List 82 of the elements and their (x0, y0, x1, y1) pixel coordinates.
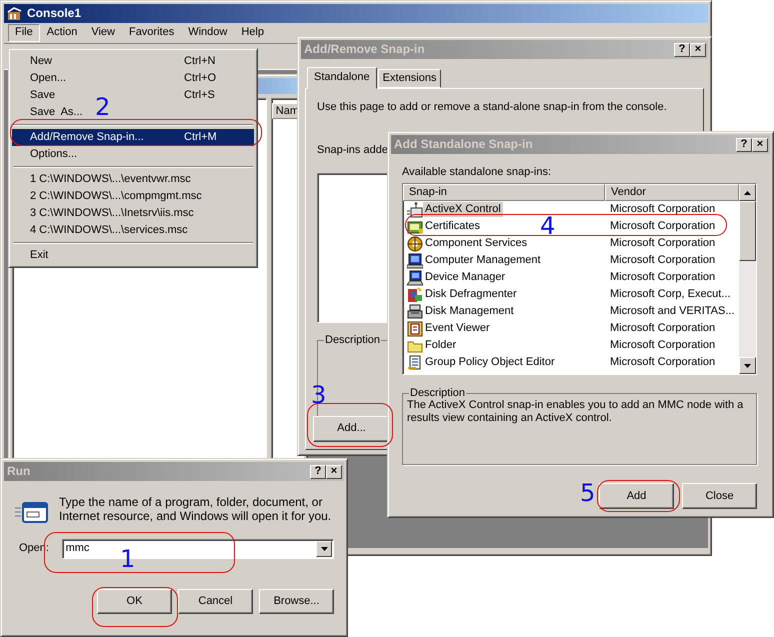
table-cell-text: Microsoft and VERITAS... (609, 305, 735, 318)
menu-item[interactable]: File (8, 24, 40, 42)
help-button[interactable]: ? (674, 42, 690, 56)
table-cell-text: Microsoft Corporation (609, 339, 716, 352)
dropdown-button[interactable] (316, 541, 332, 557)
browse-button[interactable]: Browse... (259, 589, 334, 614)
table-cell-text: Microsoft Corporation (609, 237, 716, 250)
list-item[interactable]: Device Manager (423, 270, 508, 286)
list-item[interactable]: Disk Defragmenter (423, 287, 519, 302)
step-number: 5 (580, 481, 596, 505)
tab[interactable]: Standalone (307, 66, 377, 89)
group-label: Description (324, 334, 382, 348)
add-button[interactable]: Add... (313, 416, 390, 442)
window-icon (15, 500, 49, 526)
close-button[interactable]: Close (682, 483, 757, 510)
step-number: 4 (540, 214, 556, 238)
tab[interactable]: Extensions (378, 68, 442, 88)
menu-item[interactable]: Help (234, 24, 271, 42)
menu-item[interactable]: Options... (30, 148, 78, 161)
menu-item[interactable]: Favorites (122, 24, 182, 42)
close-button[interactable]: × (690, 42, 706, 56)
list-item[interactable]: ActiveX Control (423, 202, 503, 218)
column-header[interactable]: Snap-in (403, 184, 605, 202)
table-cell-text: Microsoft Corporation (609, 356, 716, 370)
menu-item[interactable]: 4 C:\WINDOWS\...\services.msc (30, 224, 188, 237)
menu-item[interactable]: New Ctrl+N (12, 53, 254, 70)
list-item[interactable]: Event Viewer (423, 321, 492, 336)
column-header[interactable]: Vendor (605, 184, 739, 202)
prompt-text: Type the name of a program, folder, document, or Internet resource, and Windows will open it for you. (59, 495, 332, 526)
table-cell-text: Microsoft Corporation (609, 271, 716, 284)
gear-icon (407, 236, 423, 252)
menu-item[interactable]: View (84, 24, 122, 42)
ok-button[interactable]: OK (97, 589, 172, 614)
close-button[interactable]: × (752, 138, 768, 152)
close-button[interactable]: × (326, 464, 342, 478)
list-item[interactable]: Certificates (423, 219, 482, 234)
table-cell-text: Microsoft Corporation (609, 203, 716, 216)
menu-item[interactable]: 3 C:\WINDOWS\...\Inetsrv\iis.msc (30, 207, 194, 220)
menu-item[interactable]: Exit (30, 249, 48, 262)
menu-item[interactable]: 1 C:\WINDOWS\...\eventvwr.msc (30, 173, 191, 186)
script-icon (407, 354, 423, 371)
list-label: Available standalone snap-ins: (402, 166, 552, 180)
menu-item[interactable]: 2 C:\WINDOWS\...\compmgmt.msc (30, 190, 202, 203)
window-title: Run (7, 464, 32, 479)
computer-icon (407, 252, 423, 269)
step-number: 2 (95, 95, 110, 119)
certificate-icon (407, 218, 423, 235)
list-item[interactable]: Disk Management (423, 304, 516, 320)
scrollbar[interactable] (739, 184, 756, 374)
menu-item[interactable]: Window (181, 24, 234, 42)
scroll-down-button[interactable] (739, 357, 756, 374)
control-icon (407, 202, 423, 218)
list-item[interactable]: Folder (423, 338, 458, 354)
help-button[interactable]: ? (310, 464, 326, 478)
intro-text: Use this page to add or remove a stand-alone snap-in from the console. (317, 101, 668, 114)
list-label: Snap-ins adde (317, 144, 388, 158)
list-item[interactable]: Group Policy Object Editor (423, 355, 557, 370)
group-label: Description (409, 387, 466, 400)
step-number: 3 (311, 383, 326, 407)
scroll-thumb[interactable] (739, 201, 756, 262)
list-item[interactable]: Computer Management (423, 253, 543, 268)
window-title: Add/Remove Snap-in (304, 42, 426, 57)
menu-item[interactable]: Save As... (30, 106, 83, 119)
window-title: Console1 (27, 6, 82, 21)
list-item[interactable]: Component Services (423, 236, 530, 252)
table-cell-text: Microsoft Corp, Execut... (609, 288, 730, 302)
help-button[interactable]: ? (736, 138, 752, 152)
scroll-up-button[interactable] (739, 184, 756, 202)
caret-up-icon (744, 190, 751, 195)
cancel-button[interactable]: Cancel (178, 589, 253, 614)
caret-down-icon (744, 364, 751, 368)
table-cell-text: Microsoft Corporation (609, 322, 716, 336)
window-title: Add Standalone Snap-in (394, 137, 534, 152)
computer-icon (407, 270, 423, 286)
add-button[interactable]: Add (599, 483, 674, 510)
menu-item[interactable]: Action (40, 24, 84, 42)
description-text: The ActiveX Control snap-in enables you to add an MMC node with a results view containing an ActiveX control. (407, 399, 744, 426)
table-cell-text: Microsoft Corporation (609, 254, 716, 268)
menu-item[interactable]: Open... Ctrl+O (12, 70, 254, 87)
table-cell-text: Microsoft Corporation (609, 220, 716, 234)
log-icon (407, 320, 423, 337)
menu-item[interactable]: Add/Remove Snap-in... Ctrl+M (12, 129, 254, 146)
